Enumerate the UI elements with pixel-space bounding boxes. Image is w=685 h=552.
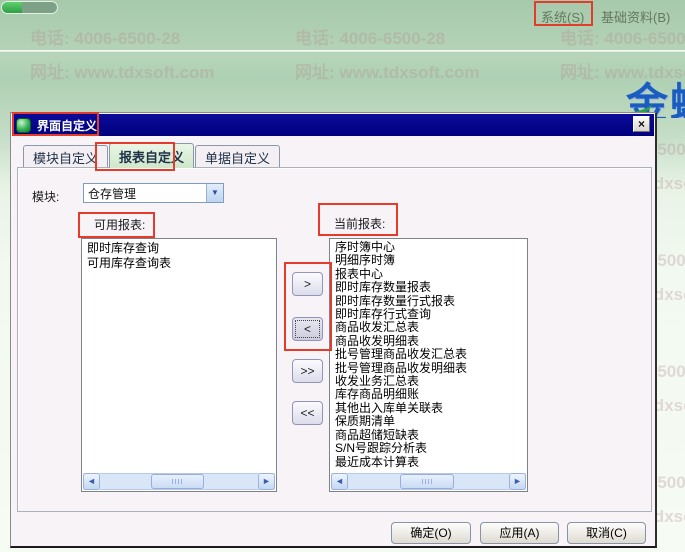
- scroll-right-icon[interactable]: ►: [509, 473, 526, 490]
- cancel-button[interactable]: 取消(C): [567, 522, 646, 544]
- move-all-right-button[interactable]: >>: [292, 359, 323, 383]
- dialog-title: 界面自定义: [37, 117, 97, 134]
- list-item[interactable]: 最近成本计算表: [335, 456, 527, 469]
- module-label: 模块:: [32, 188, 59, 205]
- list-item[interactable]: 库存商品明细账: [335, 388, 527, 401]
- apply-button[interactable]: 应用(A): [480, 522, 559, 544]
- menu-system[interactable]: 系统(S): [541, 7, 584, 26]
- list-item[interactable]: 即时库存数量报表: [335, 281, 527, 294]
- chevron-down-icon[interactable]: ▼: [206, 184, 223, 202]
- watermark-text: 网址: www.tdxsoft.com: [295, 58, 480, 83]
- interface-customize-dialog: 界面自定义 × 模块自定义 报表自定义 单据自定义 模块: 仓存管理 ▼ 可用报…: [10, 112, 657, 548]
- move-all-left-button[interactable]: <<: [292, 401, 323, 425]
- tab-module-customize[interactable]: 模块自定义: [23, 145, 108, 168]
- tab-strip: 模块自定义 报表自定义 单据自定义: [23, 145, 281, 168]
- watermark-text: 电话: 4006-6500-28: [560, 24, 685, 49]
- module-select-value: 仓存管理: [84, 185, 206, 202]
- current-reports-label: 当前报表:: [334, 215, 385, 232]
- scroll-left-icon[interactable]: ◄: [83, 473, 100, 490]
- horizontal-scrollbar[interactable]: ◄ ►: [83, 473, 275, 490]
- scroll-left-icon[interactable]: ◄: [331, 473, 348, 490]
- scrollbar-thumb[interactable]: [151, 474, 205, 489]
- list-item[interactable]: 可用库存查询表: [87, 256, 276, 271]
- list-item[interactable]: 商品收发汇总表: [335, 321, 527, 334]
- scrollbar-grip: [422, 479, 432, 484]
- menu-base-data[interactable]: 基础资料(B): [601, 7, 670, 26]
- dialog-icon: [16, 118, 31, 133]
- progress-pill: [1, 1, 58, 14]
- current-reports-list[interactable]: 序时簿中心明细序时簿报表中心即时库存数量报表即时库存数量行式报表即时库存行式查询…: [329, 238, 528, 492]
- list-item[interactable]: 保质期清单: [335, 415, 527, 428]
- progress-pill-fill: [2, 2, 22, 13]
- watermark-text: 电话: 4006-6500-28: [30, 24, 180, 49]
- scrollbar-track[interactable]: [348, 473, 509, 490]
- move-left-button[interactable]: <: [292, 317, 323, 341]
- ok-button[interactable]: 确定(O): [391, 522, 471, 544]
- dialog-titlebar[interactable]: 界面自定义: [12, 114, 654, 136]
- close-icon[interactable]: ×: [633, 116, 650, 132]
- watermark-text: 网址: www.tdxsoft.com: [30, 58, 215, 83]
- list-item[interactable]: 即时库存查询: [87, 241, 276, 256]
- move-right-button[interactable]: >: [292, 272, 323, 296]
- available-reports-list[interactable]: 即时库存查询可用库存查询表 ◄ ►: [81, 238, 277, 492]
- scrollbar-grip: [172, 479, 182, 484]
- list-item[interactable]: S/N号跟踪分析表: [335, 442, 527, 455]
- application-window: 系统(S) 基础资料(B) 电话: 4006-6500-28 网址: www.td…: [0, 0, 685, 552]
- list-item[interactable]: 批号管理商品收发汇总表: [335, 348, 527, 361]
- watermark-text: 电话: 4006-6500-28: [295, 24, 445, 49]
- horizontal-scrollbar[interactable]: ◄ ►: [331, 473, 526, 490]
- available-reports-label: 可用报表:: [94, 216, 145, 233]
- list-item[interactable]: 明细序时簿: [335, 254, 527, 267]
- scrollbar-thumb[interactable]: [400, 474, 455, 489]
- scroll-right-icon[interactable]: ►: [258, 473, 275, 490]
- scrollbar-track[interactable]: [100, 473, 258, 490]
- tab-voucher-customize[interactable]: 单据自定义: [195, 145, 280, 168]
- list-item[interactable]: 商品超储短缺表: [335, 429, 527, 442]
- module-select[interactable]: 仓存管理 ▼: [83, 183, 224, 203]
- tab-report-customize[interactable]: 报表自定义: [109, 143, 194, 168]
- list-item[interactable]: 其他出入库单关联表: [335, 402, 527, 415]
- menu-divider: [0, 50, 685, 52]
